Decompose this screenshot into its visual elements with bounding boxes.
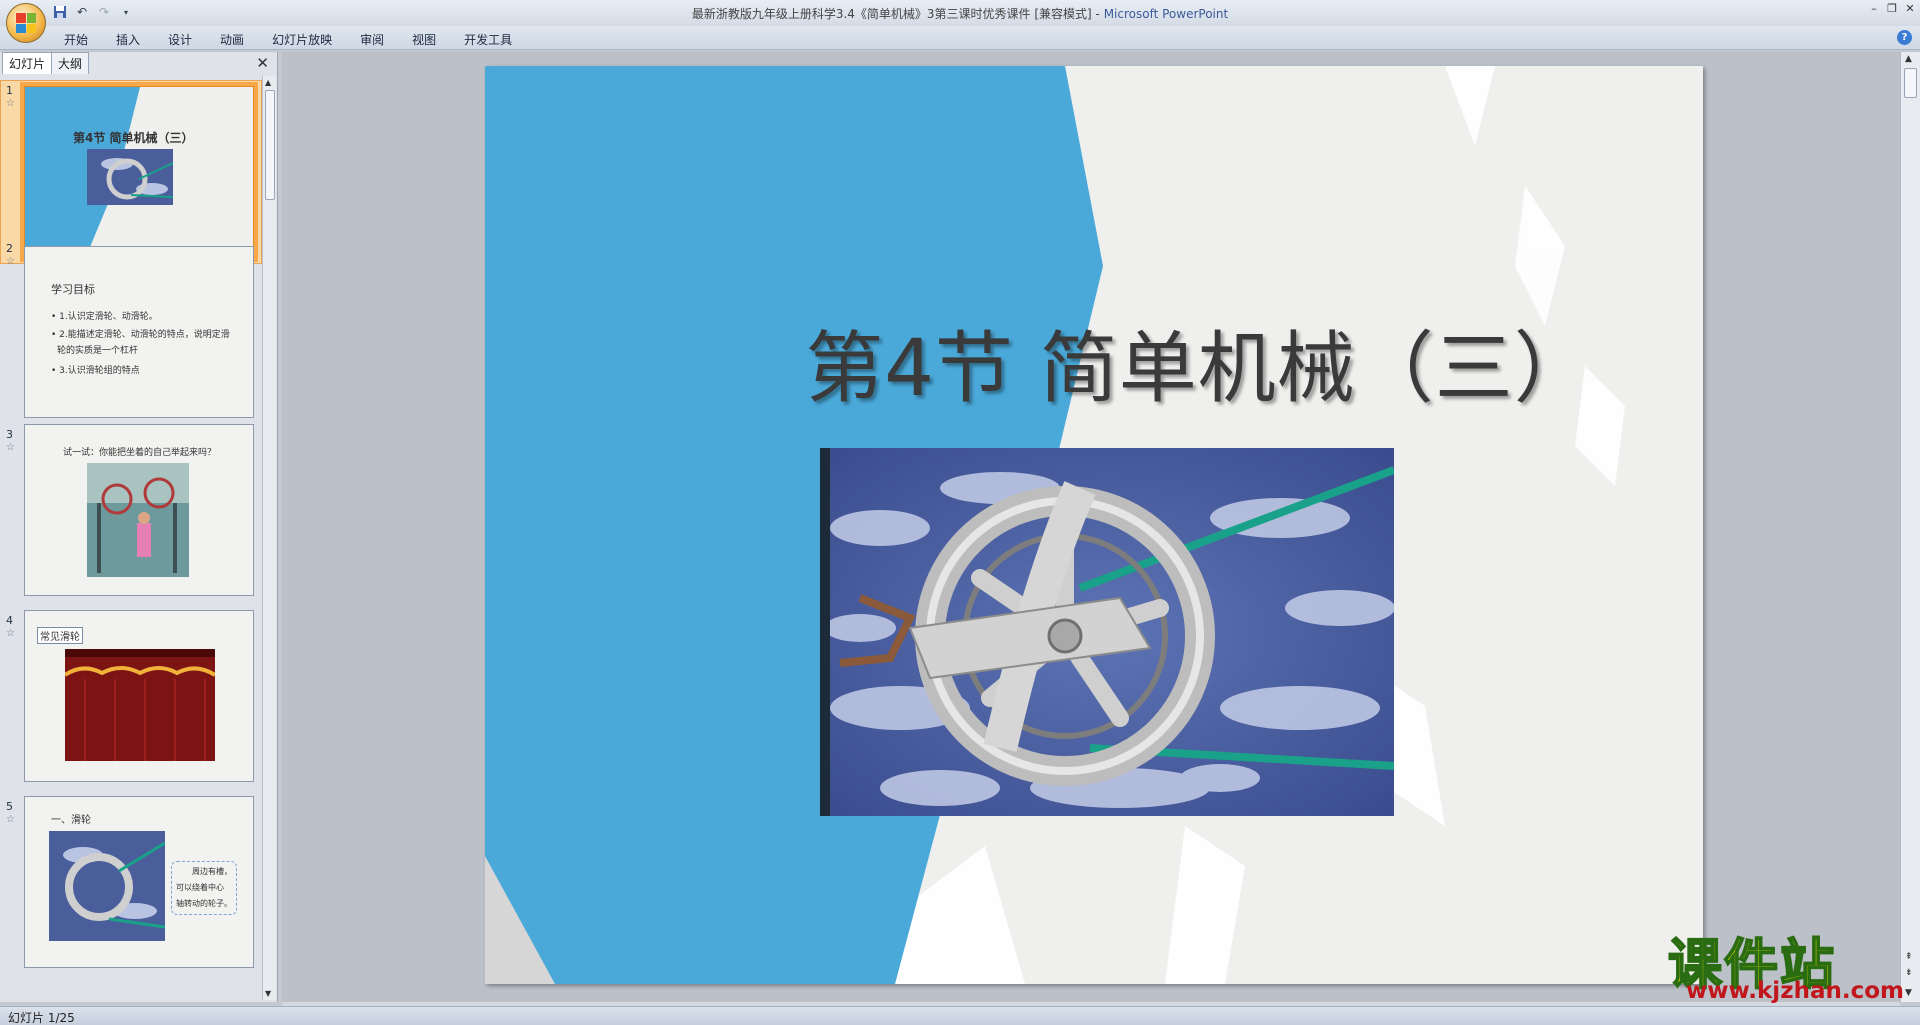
watermark-url: www.kjzhan.com: [1686, 978, 1904, 1004]
thumb-label: 常见滑轮: [37, 627, 83, 644]
title-separator: -: [1091, 7, 1104, 21]
current-slide[interactable]: 第4节 简单机械（三）: [485, 66, 1703, 984]
scroll-thumb[interactable]: [265, 90, 275, 200]
ribbon: 开始 插入 设计 动画 幻灯片放映 审阅 视图 开发工具 ?: [0, 26, 1920, 50]
slide-number: 1: [6, 84, 13, 97]
title-bar: ↶ ↷ ▾ 最新浙教版九年级上册科学3.4《简单机械》3第三课时优秀课件 [兼容…: [0, 0, 1920, 43]
editor-scrollbar[interactable]: ▲ ⇞ ⇟ ▼: [1900, 52, 1920, 1002]
animation-star-icon: ☆: [6, 442, 15, 453]
thumb-bullet: • 2.能描述定滑轮、动滑轮的特点，说明定滑: [51, 330, 230, 340]
thumb-caption: 试一试：你能把坐着的自己举起来吗？: [63, 448, 217, 458]
tab-review[interactable]: 审阅: [346, 29, 398, 50]
slide-thumbnails: 1 ☆ 第4节 简单机械（三） 2 ☆ 学习目标 • 1.认识定滑轮、动滑轮。 …: [0, 80, 262, 1000]
thumb-bullet: • 3.认识滑轮组的特点: [51, 366, 140, 376]
slide-editor-area: 第4节 简单机械（三）: [282, 52, 1900, 1002]
thumb-heading: 学习目标: [51, 283, 95, 296]
window-controls: – ❐ ✕: [1868, 2, 1916, 15]
window-title: 最新浙教版九年级上册科学3.4《简单机械》3第三课时优秀课件 [兼容模式] - …: [0, 5, 1920, 22]
slide-number: 2: [6, 242, 13, 255]
application-name: Microsoft PowerPoint: [1103, 7, 1229, 21]
help-icon[interactable]: ?: [1897, 30, 1912, 45]
slide-counter: 幻灯片 1/25: [8, 1011, 75, 1025]
scroll-up-icon[interactable]: ▲: [1905, 54, 1912, 64]
pane-tabs: 幻灯片 大纲: [2, 52, 90, 74]
close-window-icon[interactable]: ✕: [1904, 2, 1916, 15]
slide-preview: 试一试：你能把坐着的自己举起来吗？: [24, 424, 254, 596]
slide-title[interactable]: 第4节 简单机械（三）: [485, 306, 1703, 418]
scroll-down-icon[interactable]: ▼: [265, 989, 271, 998]
thumb-title: 第4节 简单机械（三）: [73, 131, 194, 145]
slide-preview: 第4节 简单机械（三）: [20, 82, 258, 262]
minimize-icon[interactable]: –: [1868, 2, 1880, 15]
note-callout: 周边有槽， 可以绕着中心 轴转动的轮子。: [171, 861, 237, 915]
thumb-bullet: 轮的实质是一个杠杆: [57, 346, 139, 356]
tab-design[interactable]: 设计: [154, 29, 206, 50]
tab-home[interactable]: 开始: [50, 29, 102, 50]
note-line: 可以绕着中心: [176, 883, 224, 892]
tab-outline[interactable]: 大纲: [51, 52, 90, 74]
tab-animations[interactable]: 动画: [206, 29, 258, 50]
thumb-heading: 一、滑轮: [51, 815, 91, 826]
pulley-thumb-image: [87, 149, 173, 205]
powerpoint-window: ↶ ↷ ▾ 最新浙教版九年级上册科学3.4《简单机械》3第三课时优秀课件 [兼容…: [0, 0, 1920, 1025]
pulley-image: [820, 448, 1394, 816]
slide-preview: 常见滑轮: [24, 610, 254, 782]
slides-pane-scrollbar[interactable]: ▲ ▼: [262, 76, 276, 1000]
slide-number: 3: [6, 428, 13, 441]
ribbon-tabs: 开始 插入 设计 动画 幻灯片放映 审阅 视图 开发工具: [50, 29, 526, 50]
pulley-photo[interactable]: [820, 448, 1394, 816]
scroll-up-icon[interactable]: ▲: [265, 78, 271, 87]
slides-pane: 幻灯片 大纲 ✕ 1 ☆ 第4节 简单机械（三） 2 ☆ 学习目标 • 1.认识…: [0, 52, 278, 1002]
tab-view[interactable]: 视图: [398, 29, 450, 50]
tab-developer[interactable]: 开发工具: [450, 29, 526, 50]
animation-star-icon: ☆: [6, 628, 15, 639]
status-bar: 幻灯片 1/25: [0, 1006, 1920, 1025]
slide-preview: 一、滑轮 周边有槽， 可以绕着中心 轴转动的轮子。: [24, 796, 254, 968]
office-button[interactable]: [6, 3, 46, 43]
gym-photo-thumb: [87, 463, 189, 577]
animation-star-icon: ☆: [6, 814, 15, 825]
document-name: 最新浙教版九年级上册科学3.4《简单机械》3第三课时优秀课件 [兼容模式]: [691, 7, 1092, 21]
thumb-bullet: • 1.认识定滑轮、动滑轮。: [51, 312, 158, 322]
office-logo-icon: [16, 13, 36, 33]
tab-slideshow[interactable]: 幻灯片放映: [258, 29, 346, 50]
pulley-thumb-image: [49, 831, 165, 941]
tab-slides[interactable]: 幻灯片: [2, 52, 53, 74]
restore-icon[interactable]: ❐: [1886, 2, 1898, 15]
scroll-thumb[interactable]: [1904, 68, 1917, 98]
tab-insert[interactable]: 插入: [102, 29, 154, 50]
slide-number: 5: [6, 800, 13, 813]
note-line: 周边有槽，: [192, 867, 232, 876]
slide-number: 4: [6, 614, 13, 627]
note-line: 轴转动的轮子。: [176, 899, 232, 908]
close-pane-icon[interactable]: ✕: [256, 54, 269, 72]
animation-star-icon: ☆: [6, 98, 15, 109]
watermark-logo: 课件站 www.kjzhan.com: [1667, 920, 1908, 1006]
curtain-photo-thumb: [65, 649, 215, 761]
slide-preview: 学习目标 • 1.认识定滑轮、动滑轮。 • 2.能描述定滑轮、动滑轮的特点，说明…: [24, 246, 254, 418]
animation-star-icon: ☆: [6, 256, 15, 267]
